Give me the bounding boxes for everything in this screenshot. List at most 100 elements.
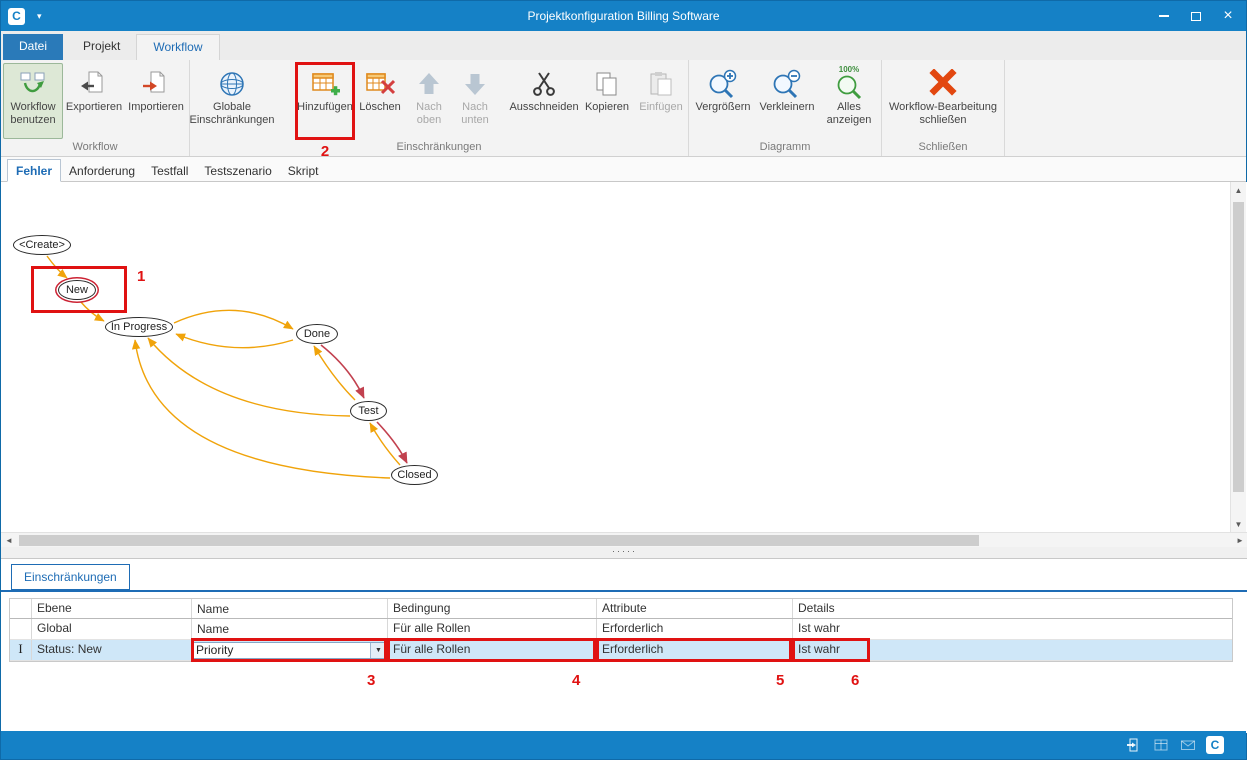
tab-testszenario[interactable]: Testszenario <box>196 160 279 181</box>
button-label: Nach oben <box>409 101 449 126</box>
add-table-icon <box>310 67 340 101</box>
ribbon-group-schliessen: Workflow-Bearbeitung schließen Schließen <box>882 60 1005 156</box>
close-button[interactable]: × <box>1212 1 1244 31</box>
vertical-scrollbar-thumb[interactable] <box>1233 202 1244 492</box>
node-create[interactable]: <Create> <box>13 235 71 255</box>
alles-anzeigen-button[interactable]: 100% Alles anzeigen <box>819 63 879 139</box>
cell-details[interactable]: Ist wahr <box>793 619 1232 639</box>
button-label: Importieren <box>128 101 184 114</box>
loeschen-button[interactable]: Löschen <box>354 63 406 139</box>
combobox-dropdown-icon[interactable]: ▼ <box>370 643 386 658</box>
node-new[interactable]: New <box>58 280 96 300</box>
cell-ebene[interactable]: Status: New <box>32 640 192 660</box>
workflow-bearbeitung-schliessen-button[interactable]: Workflow-Bearbeitung schließen <box>884 63 1002 139</box>
tab-workflow[interactable]: Workflow <box>136 34 219 60</box>
tab-einschraenkungen[interactable]: Einschränkungen <box>11 564 130 590</box>
kopieren-button[interactable]: Kopieren <box>578 63 636 139</box>
export-icon <box>79 67 109 101</box>
name-combobox[interactable]: Priority ▼ <box>192 642 387 659</box>
import-status-icon[interactable] <box>1125 736 1143 754</box>
workflow-benutzen-button[interactable]: Workflow benutzen <box>3 63 63 139</box>
cell-name[interactable]: Name <box>192 619 388 639</box>
scroll-down-icon[interactable]: ▼ <box>1231 516 1246 532</box>
workflow-diagram-canvas[interactable]: <Create> New In Progress Done Test Close… <box>1 182 1247 532</box>
cell-bedingung[interactable]: Für alle Rollen <box>388 619 597 639</box>
tab-fehler[interactable]: Fehler <box>7 159 61 182</box>
button-label: Vergrößern <box>695 101 750 114</box>
workflow-edges <box>1 182 1247 532</box>
combobox-value: Priority <box>193 643 370 657</box>
ribbon-tab-bar: Datei Projekt Workflow <box>1 31 1246 60</box>
vergroessern-button[interactable]: Vergrößern <box>691 63 755 139</box>
tab-underline <box>1 590 1247 592</box>
scroll-up-icon[interactable]: ▲ <box>1231 182 1246 198</box>
zoom-fit-icon: 100% <box>832 67 866 101</box>
maximize-button[interactable] <box>1180 1 1212 31</box>
node-test[interactable]: Test <box>350 401 387 421</box>
cell-ebene[interactable]: Global <box>32 619 192 639</box>
tab-datei[interactable]: Datei <box>3 34 63 60</box>
group-label-einschraenkungen: Einschränkungen <box>192 140 686 156</box>
titlebar: C ▾ Projektkonfiguration Billing Softwar… <box>1 1 1246 31</box>
ribbon-group-einschraenkungen: Globale Einschränkungen 2 Hinzufügen Lös… <box>190 60 689 156</box>
button-label: Einfügen <box>639 101 682 114</box>
scissors-icon <box>529 67 559 101</box>
table-row[interactable]: Global Name Für alle Rollen Erforderlich… <box>10 619 1232 640</box>
cell-attribute[interactable]: Erforderlich <box>597 619 793 639</box>
tab-skript[interactable]: Skript <box>280 160 327 181</box>
ausschneiden-button[interactable]: Ausschneiden <box>510 63 578 139</box>
exportieren-button[interactable]: Exportieren <box>63 63 125 139</box>
document-tab-bar: Fehler Anforderung Testfall Testszenario… <box>1 157 1246 182</box>
column-header-attribute[interactable]: Attribute <box>597 599 793 618</box>
cell-details[interactable]: Ist wahr <box>793 640 1232 660</box>
cell-name[interactable]: Priority ▼ <box>192 640 388 660</box>
vertical-scrollbar[interactable]: ▲ ▼ <box>1230 182 1246 532</box>
app-logo-icon-small[interactable]: C <box>1206 736 1224 754</box>
tab-projekt[interactable]: Projekt <box>67 34 136 60</box>
table-status-icon[interactable] <box>1152 736 1170 754</box>
table-row-selected[interactable]: I Status: New Priority ▼ Für alle Rollen… <box>10 640 1232 661</box>
button-label: Ausschneiden <box>509 101 578 114</box>
cell-bedingung[interactable]: Für alle Rollen <box>388 640 597 660</box>
hinzufuegen-button[interactable]: 2 Hinzufügen <box>296 63 354 139</box>
button-label: Globale Einschränkungen <box>190 101 275 126</box>
tab-anforderung[interactable]: Anforderung <box>61 160 143 181</box>
scroll-left-icon[interactable]: ◄ <box>1 533 17 548</box>
panel-splitter[interactable]: ····· <box>1 547 1247 558</box>
button-label: Workflow-Bearbeitung schließen <box>887 101 999 126</box>
column-header-bedingung[interactable]: Bedingung <box>388 599 597 618</box>
nach-oben-button[interactable]: Nach oben <box>406 63 452 139</box>
verkleinern-button[interactable]: Verkleinern <box>755 63 819 139</box>
globale-einschraenkungen-button[interactable]: Globale Einschränkungen <box>192 63 272 139</box>
button-label: Workflow benutzen <box>6 101 60 126</box>
annotation-number-5: 5 <box>776 672 784 689</box>
ribbon: Workflow benutzen Exportieren Importiere… <box>1 60 1246 157</box>
importieren-button[interactable]: Importieren <box>125 63 187 139</box>
column-header-name[interactable]: Name <box>192 599 388 618</box>
row-selector[interactable] <box>10 619 32 639</box>
paste-icon <box>646 67 676 101</box>
mail-status-icon[interactable] <box>1179 736 1197 754</box>
minimize-button[interactable] <box>1148 1 1180 31</box>
zoom-in-icon <box>706 67 740 101</box>
tab-testfall[interactable]: Testfall <box>143 160 196 181</box>
node-done[interactable]: Done <box>296 324 338 344</box>
statusbar: C <box>1 731 1246 759</box>
use-workflow-icon <box>18 67 48 101</box>
button-label: Hinzufügen <box>297 101 353 114</box>
horizontal-scrollbar[interactable]: ◄ ► <box>1 532 1247 547</box>
group-label-workflow: Workflow <box>3 140 187 156</box>
horizontal-scrollbar-thumb[interactable] <box>19 535 979 546</box>
scroll-right-icon[interactable]: ► <box>1232 533 1247 548</box>
node-in-progress[interactable]: In Progress <box>105 317 173 337</box>
down-arrow-icon <box>460 67 490 101</box>
cell-attribute[interactable]: Erforderlich <box>597 640 793 660</box>
column-header-ebene[interactable]: Ebene <box>32 599 192 618</box>
nach-unten-button[interactable]: Nach unten <box>452 63 498 139</box>
column-header-details[interactable]: Details <box>793 599 1232 618</box>
node-closed[interactable]: Closed <box>391 465 438 485</box>
copy-icon <box>592 67 622 101</box>
annotation-number-6: 6 <box>851 672 859 689</box>
einfuegen-button[interactable]: Einfügen <box>636 63 686 139</box>
annotation-number-3: 3 <box>367 672 375 689</box>
